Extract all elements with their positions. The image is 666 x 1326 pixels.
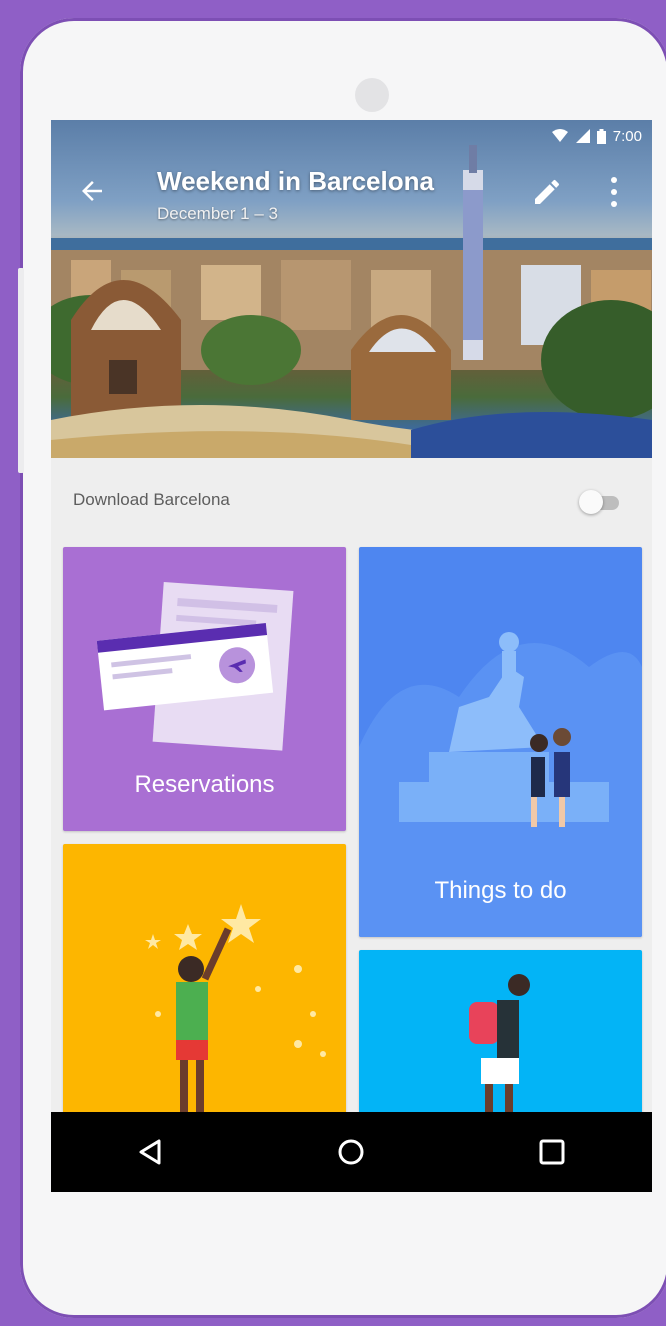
system-nav-bar: [51, 1112, 652, 1192]
signal-icon: [575, 129, 590, 143]
things-to-do-label: Things to do: [434, 877, 567, 904]
triangle-back-icon: [139, 1139, 161, 1165]
reservations-card[interactable]: Reservations: [63, 547, 346, 831]
nav-recents-button[interactable]: [512, 1122, 592, 1182]
things-to-do-card[interactable]: Things to do: [359, 547, 642, 937]
reservations-label: Reservations: [134, 771, 275, 798]
phone-side-button: [18, 268, 24, 473]
square-recents-icon: [539, 1139, 565, 1165]
battery-icon: [596, 128, 606, 144]
nav-home-button[interactable]: [311, 1122, 391, 1182]
app-bar: Weekend in Barcelona December 1 – 3: [51, 158, 652, 228]
nav-back-button[interactable]: [111, 1122, 191, 1182]
circle-home-icon: [338, 1139, 364, 1165]
status-bar: 7:00: [51, 120, 652, 152]
toggle-thumb: [579, 490, 603, 514]
page-title: Weekend in Barcelona: [157, 166, 434, 196]
app-screen: 7:00 Weekend in Barcelona December 1 – 3…: [51, 120, 652, 1192]
wifi-icon: [551, 129, 568, 142]
download-label: Download Barcelona: [73, 490, 230, 509]
status-time: 7:00: [612, 127, 642, 145]
hero-image: 7:00 Weekend in Barcelona December 1 – 3: [51, 120, 652, 458]
more-vertical-icon[interactable]: [604, 174, 624, 210]
trip-dates: December 1 – 3: [157, 204, 278, 223]
front-camera: [355, 78, 389, 112]
arrow-left-icon[interactable]: [77, 176, 107, 206]
download-toggle[interactable]: [579, 490, 621, 514]
pencil-icon[interactable]: [531, 176, 563, 208]
download-row: Download Barcelona: [51, 460, 652, 546]
